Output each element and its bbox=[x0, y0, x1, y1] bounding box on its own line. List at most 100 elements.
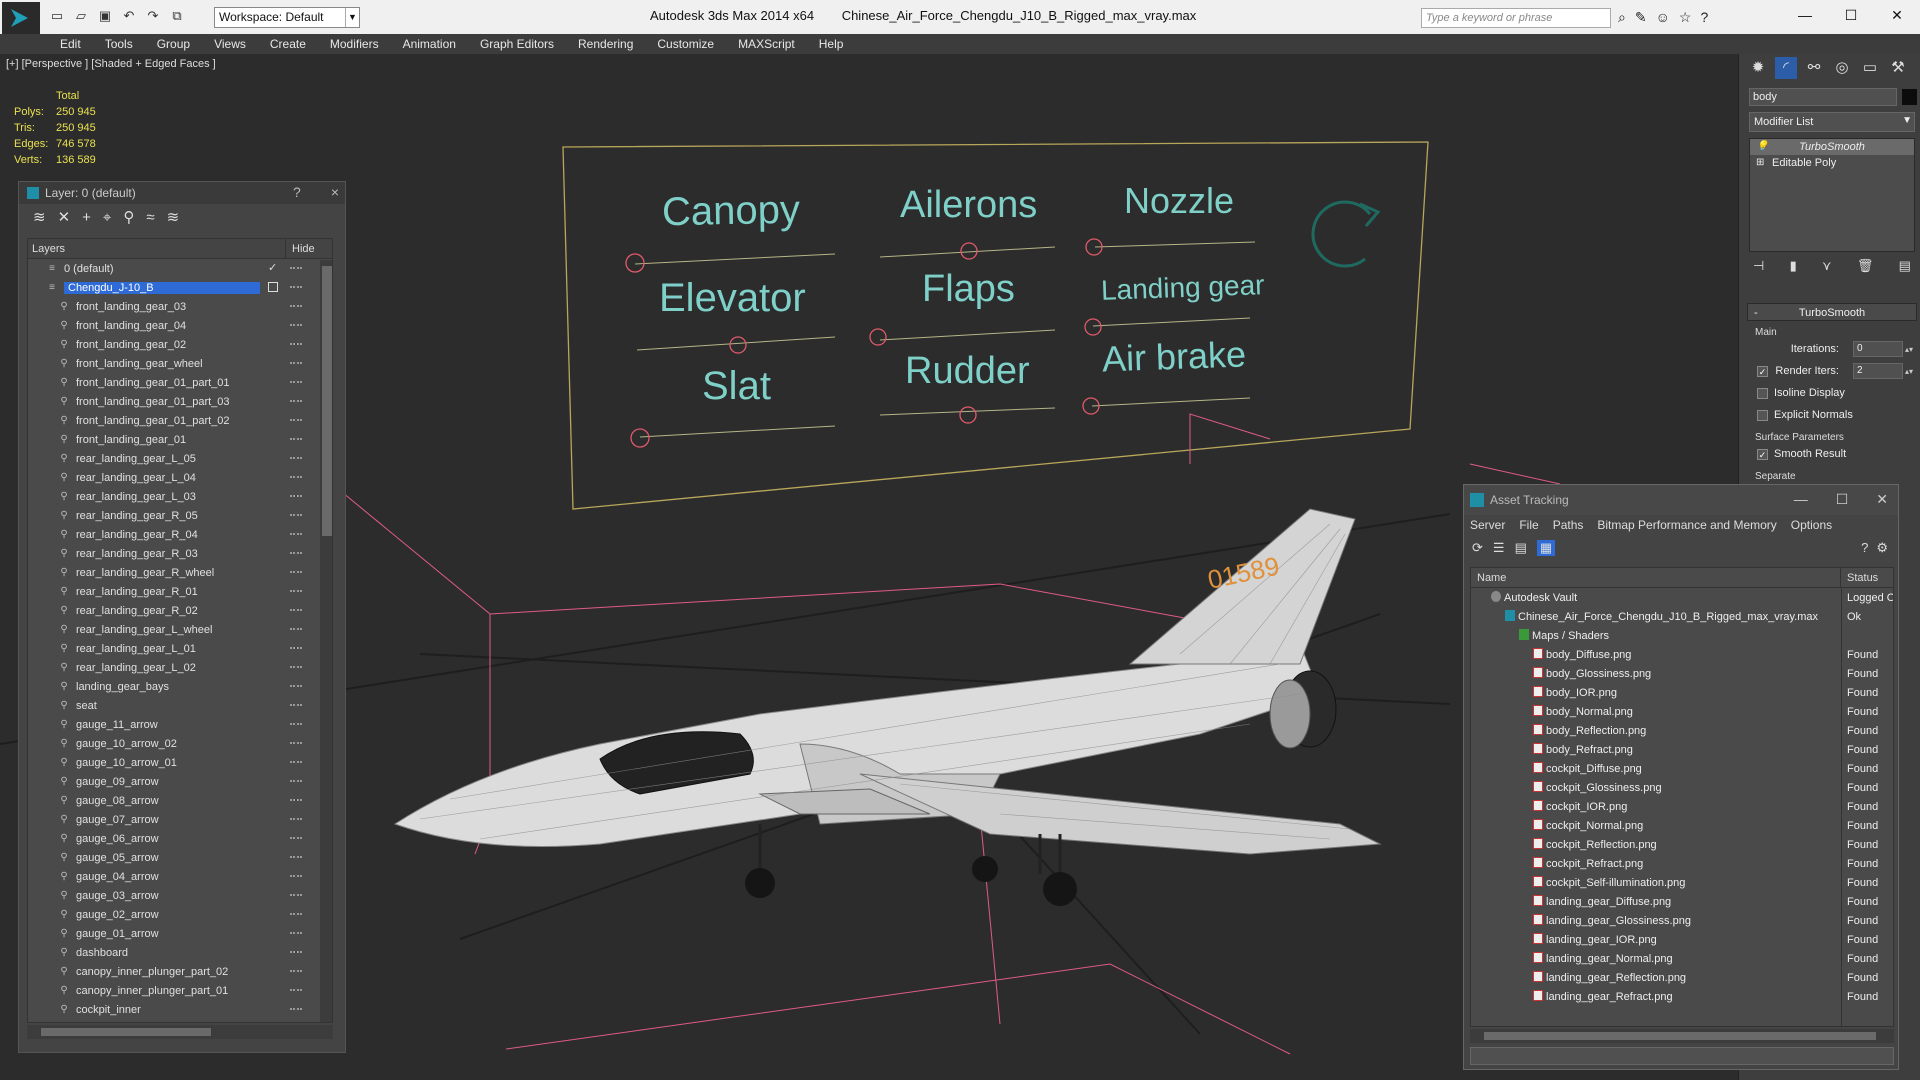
hide-toggle[interactable] bbox=[290, 799, 302, 801]
hide-toggle[interactable] bbox=[290, 400, 302, 402]
object-row[interactable]: ⚲ rear_landing_gear_R_wheel bbox=[28, 563, 332, 582]
object-row[interactable]: ⚲ rear_landing_gear_R_02 bbox=[28, 601, 332, 620]
menu-modifiers[interactable]: Modifiers bbox=[318, 34, 391, 54]
object-row[interactable]: ⚲ canopy_inner_plunger_part_01 bbox=[28, 981, 332, 1000]
hide-toggle[interactable] bbox=[290, 609, 302, 611]
hide-toggle[interactable] bbox=[290, 723, 302, 725]
detail-view-icon[interactable]: ▤ bbox=[1515, 540, 1527, 556]
redo-icon[interactable]: ↷ bbox=[144, 8, 162, 24]
delete-layer-icon[interactable]: ✕ bbox=[58, 208, 71, 226]
column-hide[interactable]: Hide bbox=[286, 239, 316, 258]
undo-icon[interactable]: ↶ bbox=[120, 8, 138, 24]
object-row[interactable]: ⚲ front_landing_gear_02 bbox=[28, 335, 332, 354]
refresh-icon[interactable]: ⟳ bbox=[1472, 540, 1483, 556]
hide-toggle[interactable] bbox=[290, 742, 302, 744]
active-layer-check-icon[interactable]: ✓ bbox=[268, 261, 277, 274]
hide-toggle[interactable] bbox=[290, 818, 302, 820]
object-row[interactable]: ⚲ gauge_03_arrow bbox=[28, 886, 332, 905]
object-row[interactable]: ⚲ landing_gear_bays bbox=[28, 677, 332, 696]
app-logo-button[interactable] bbox=[2, 2, 40, 34]
spinner-arrows-icon[interactable]: ▴▾ bbox=[1905, 345, 1913, 354]
object-row[interactable]: ⚲ rear_landing_gear_L_04 bbox=[28, 468, 332, 487]
asset-row[interactable]: body_Glossiness.png Found bbox=[1471, 664, 1893, 683]
object-row[interactable]: ⚲ rear_landing_gear_L_02 bbox=[28, 658, 332, 677]
hide-toggle[interactable] bbox=[290, 514, 302, 516]
table-view-icon[interactable]: ▦ bbox=[1536, 540, 1556, 556]
rollout-header[interactable]: - TurboSmooth bbox=[1747, 303, 1917, 321]
column-status[interactable]: Status bbox=[1841, 568, 1878, 587]
hide-all-icon[interactable]: ≈ bbox=[146, 209, 154, 226]
column-name[interactable]: Name bbox=[1471, 568, 1841, 587]
show-end-result-icon[interactable]: ▮ bbox=[1790, 258, 1797, 278]
menu-rendering[interactable]: Rendering bbox=[566, 34, 645, 54]
hide-toggle[interactable] bbox=[290, 970, 302, 972]
object-row[interactable]: ⚲ gauge_10_arrow_01 bbox=[28, 753, 332, 772]
object-row[interactable]: ⚲ gauge_11_arrow bbox=[28, 715, 332, 734]
asset-row[interactable]: cockpit_Normal.png Found bbox=[1471, 816, 1893, 835]
hide-toggle[interactable] bbox=[290, 837, 302, 839]
hide-toggle[interactable] bbox=[290, 267, 302, 269]
hide-toggle[interactable] bbox=[290, 647, 302, 649]
menu-animation[interactable]: Animation bbox=[391, 34, 468, 54]
asset-row[interactable]: body_Diffuse.png Found bbox=[1471, 645, 1893, 664]
asset-tracking-titlebar[interactable]: Asset Tracking — ☐ ✕ bbox=[1464, 485, 1898, 515]
asset-row[interactable]: Chinese_Air_Force_Chengdu_J10_B_Rigged_m… bbox=[1471, 607, 1893, 626]
object-row[interactable]: ⚲ rear_landing_gear_R_05 bbox=[28, 506, 332, 525]
project-folder-icon[interactable]: ⧉ bbox=[168, 8, 186, 24]
close-icon[interactable]: ✕ bbox=[1874, 0, 1920, 30]
isoline-checkbox[interactable] bbox=[1757, 387, 1768, 399]
hide-toggle[interactable] bbox=[290, 913, 302, 915]
layers-horizontal-scrollbar[interactable] bbox=[27, 1025, 333, 1039]
menu-help[interactable]: Help bbox=[807, 34, 856, 54]
stack-item-editable-poly[interactable]: ⊞ Editable Poly bbox=[1750, 155, 1914, 171]
asset-row[interactable]: landing_gear_Diffuse.png Found bbox=[1471, 892, 1893, 911]
object-row[interactable]: ⚲ front_landing_gear_04 bbox=[28, 316, 332, 335]
hide-toggle[interactable] bbox=[290, 495, 302, 497]
remove-modifier-icon[interactable]: 🗑 bbox=[1857, 258, 1874, 278]
asset-status-field[interactable] bbox=[1470, 1047, 1894, 1065]
hide-toggle[interactable] bbox=[290, 704, 302, 706]
binoculars-icon[interactable]: ⌕ bbox=[1618, 9, 1626, 26]
column-layers[interactable]: Layers bbox=[28, 239, 286, 258]
asset-horizontal-scrollbar[interactable] bbox=[1470, 1029, 1894, 1043]
freeze-all-icon[interactable]: ≋ bbox=[167, 208, 180, 226]
close-icon[interactable]: ✕ bbox=[1876, 491, 1888, 508]
new-file-icon[interactable]: ▭ bbox=[48, 8, 66, 24]
explicit-normals-checkbox[interactable] bbox=[1757, 409, 1768, 421]
hide-toggle[interactable] bbox=[290, 761, 302, 763]
motion-tab-icon[interactable]: ◎ bbox=[1831, 57, 1853, 79]
object-row[interactable]: ⚲ front_landing_gear_03 bbox=[28, 297, 332, 316]
object-row[interactable]: ⚲ gauge_05_arrow bbox=[28, 848, 332, 867]
search-input[interactable]: Type a keyword or phrase bbox=[1421, 8, 1611, 28]
hide-toggle[interactable] bbox=[290, 685, 302, 687]
object-name-field[interactable]: body bbox=[1749, 88, 1897, 106]
hide-toggle[interactable] bbox=[290, 362, 302, 364]
viewport-label[interactable]: [+] [Perspective ] [Shaded + Edged Faces… bbox=[6, 58, 216, 70]
list-view-icon[interactable]: ☰ bbox=[1493, 540, 1505, 556]
object-row[interactable]: ⚲ front_landing_gear_01_part_03 bbox=[28, 392, 332, 411]
menu-maxscript[interactable]: MAXScript bbox=[726, 34, 807, 54]
object-row[interactable]: ⚲ front_landing_gear_01_part_01 bbox=[28, 373, 332, 392]
asset-row[interactable]: Autodesk Vault Logged O bbox=[1471, 588, 1893, 607]
settings-icon[interactable]: ⚙ bbox=[1876, 540, 1888, 556]
asset-row[interactable]: Maps / Shaders bbox=[1471, 626, 1893, 645]
asset-row[interactable]: body_Refract.png Found bbox=[1471, 740, 1893, 759]
object-row[interactable]: ⚲ rear_landing_gear_L_03 bbox=[28, 487, 332, 506]
object-row[interactable]: ⚲ gauge_07_arrow bbox=[28, 810, 332, 829]
minimize-icon[interactable]: — bbox=[1782, 0, 1828, 30]
asset-row[interactable]: landing_gear_Refract.png Found bbox=[1471, 987, 1893, 1006]
menu-file[interactable]: File bbox=[1519, 515, 1538, 535]
display-tab-icon[interactable]: ▭ bbox=[1859, 57, 1881, 79]
iterations-spinner[interactable]: 0 bbox=[1853, 341, 1903, 357]
asset-row[interactable]: landing_gear_Normal.png Found bbox=[1471, 949, 1893, 968]
help-icon[interactable]: ? bbox=[1861, 540, 1868, 556]
object-row[interactable]: ⚲ gauge_04_arrow bbox=[28, 867, 332, 886]
menu-tools[interactable]: Tools bbox=[93, 34, 145, 54]
close-icon[interactable]: × bbox=[331, 184, 339, 200]
hide-toggle[interactable] bbox=[290, 951, 302, 953]
hide-toggle[interactable] bbox=[290, 666, 302, 668]
favorites-icon[interactable]: ☆ bbox=[1679, 9, 1692, 26]
hide-toggle[interactable] bbox=[290, 932, 302, 934]
pin-stack-icon[interactable]: ⊣ bbox=[1753, 258, 1764, 278]
menu-bitmap-performance[interactable]: Bitmap Performance and Memory bbox=[1597, 515, 1776, 535]
